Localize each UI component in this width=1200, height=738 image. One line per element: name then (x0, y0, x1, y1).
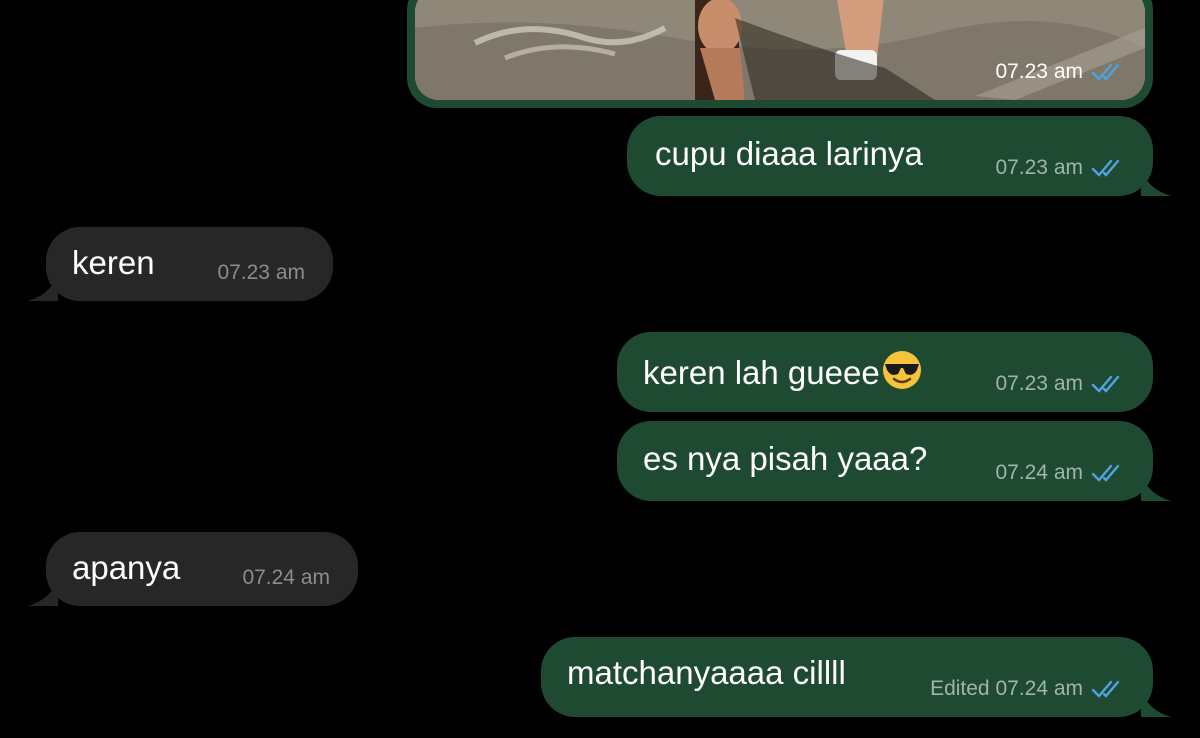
photo-thumbnail[interactable]: 07.23 am (415, 0, 1145, 100)
message-time: 07.23 am (217, 261, 305, 284)
message-text: es nya pisah yaaa? (643, 440, 928, 477)
double-check-icon (1091, 375, 1120, 393)
image-message-bubble[interactable]: 07.23 am (407, 0, 1153, 108)
incoming-message-bubble[interactable]: apanya 07.24 am (28, 532, 358, 606)
outgoing-message-bubble[interactable]: matchanyaaaa cillll Edited 07.24 am (541, 637, 1171, 717)
message-time: 07.23 am (995, 156, 1083, 179)
message-text: cupu diaaa larinya (655, 135, 923, 172)
message-text: apanya (72, 549, 181, 586)
bubble-tail-icon (1141, 471, 1171, 501)
bubble-tail-icon (28, 576, 58, 606)
message-meta: 07.24 am (995, 461, 1127, 485)
photo-content-icon (415, 0, 1145, 100)
message-time-edited: Edited 07.24 am (930, 677, 1083, 700)
message-text-row: keren lah gueee (643, 350, 922, 393)
outgoing-message-bubble[interactable]: es nya pisah yaaa? 07.24 am (617, 421, 1171, 501)
message-time: 07.23 am (995, 372, 1083, 395)
message-time: 07.24 am (242, 566, 330, 589)
bubble-tail-icon (28, 271, 58, 301)
message-meta: 07.23 am (995, 372, 1127, 396)
outgoing-message-bubble[interactable]: keren lah gueee 07.23 am (617, 332, 1153, 412)
message-meta: Edited 07.24 am (930, 677, 1127, 701)
double-check-icon (1091, 680, 1120, 698)
message-time: 07.23 am (995, 60, 1083, 83)
message-meta: 07.24 am (242, 566, 330, 590)
bubble-tail-icon (1141, 166, 1171, 196)
double-check-icon (1091, 159, 1120, 177)
image-message-meta: 07.23 am (995, 60, 1127, 84)
incoming-message-bubble[interactable]: keren 07.23 am (28, 227, 333, 301)
message-meta: 07.23 am (995, 156, 1127, 180)
message-text: matchanyaaaa cillll (567, 654, 846, 691)
message-time: 07.24 am (995, 461, 1083, 484)
outgoing-message-bubble[interactable]: cupu diaaa larinya 07.23 am (627, 116, 1171, 196)
bubble-tail-icon (1141, 687, 1171, 717)
message-meta: 07.23 am (217, 261, 305, 285)
chat-thread[interactable]: 07.23 am cupu diaaa larinya 07.23 am ker… (0, 0, 1200, 738)
message-text: keren lah gueee (643, 354, 880, 391)
double-check-icon (1091, 63, 1120, 81)
double-check-icon (1091, 464, 1120, 482)
message-text: keren (72, 244, 155, 281)
smiling-face-with-sunglasses-icon (882, 351, 921, 389)
